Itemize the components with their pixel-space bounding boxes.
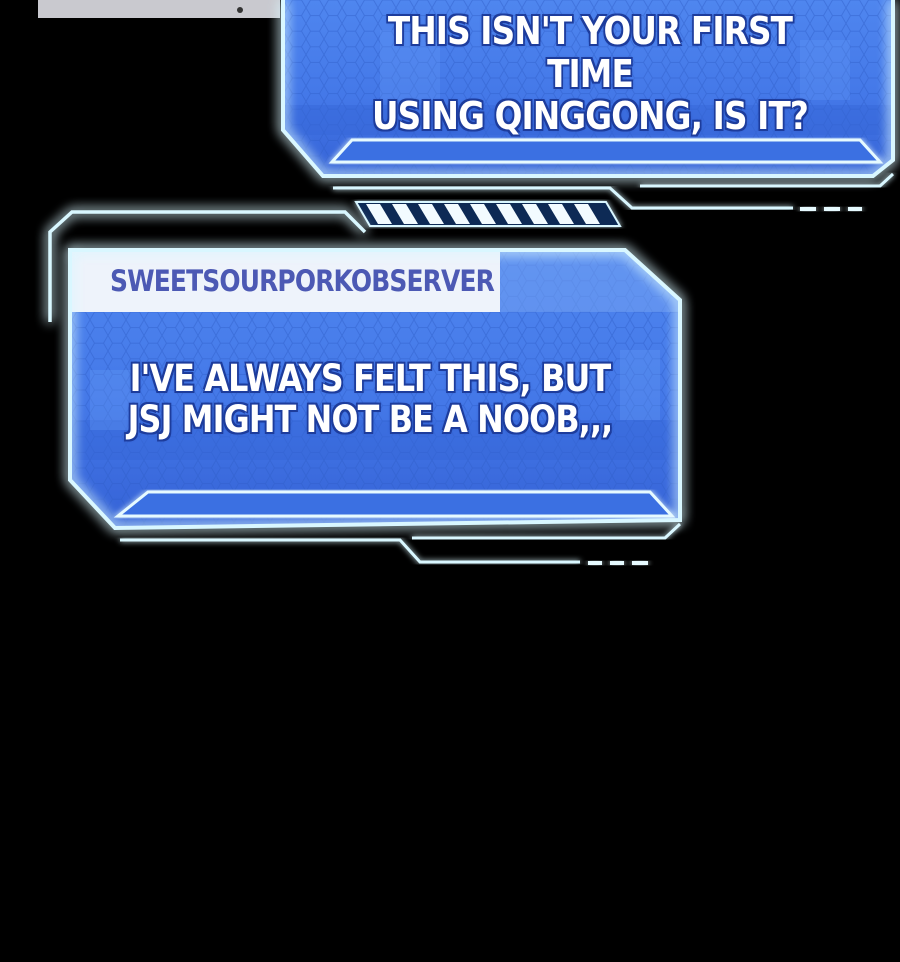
previous-panel-edge [38,0,280,18]
top-message-line: THIS ISN'T YOUR FIRST TIME [387,9,793,96]
striped-tab [354,201,622,227]
comic-panel: THIS ISN'T YOUR FIRST TIME USING QINGGON… [0,0,900,962]
top-message-text: THIS ISN'T YOUR FIRST TIME USING QINGGON… [341,10,840,138]
bottom-message-line: I'VE ALWAYS FELT THIS, BUT [129,357,612,400]
username-label: SWEETSOURPORKOBSERVER [110,264,495,298]
panel-artwork [38,0,895,565]
bottom-message-text: I'VE ALWAYS FELT THIS, BUT JSJ MIGHT NOT… [112,358,628,441]
bottom-message-line: JSJ MIGHT NOT BE A NOOB,,, [127,398,614,442]
top-message-line: USING QINGGONG, IS IT? [371,94,809,139]
